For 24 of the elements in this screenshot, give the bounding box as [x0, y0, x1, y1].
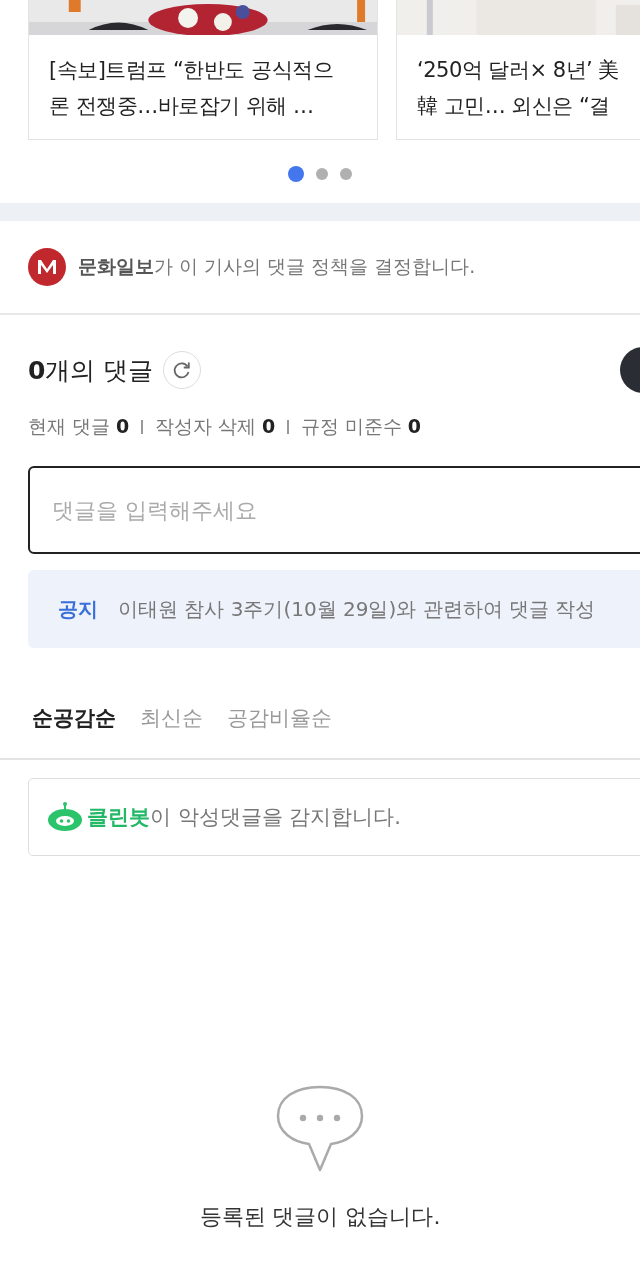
comment-stat: 작성자 삭제 0	[154, 414, 276, 439]
article-title: [속보]트럼프 “한반도 공식적으 론 전쟁중…바로잡기 위해 …	[48, 57, 335, 120]
comment-stat: 현재 댓글 0	[28, 414, 130, 439]
comment-count-title: 0개의 댓글	[28, 354, 154, 387]
article-card[interactable]: ‘250억 달러× 8년’ 美 韓 고민… 외신은 “결	[396, 0, 640, 140]
publisher-logo-icon	[28, 248, 66, 286]
empty-message: 등록된 댓글이 없습니다.	[199, 1203, 441, 1231]
notice-tag: 공지	[58, 595, 98, 623]
comment-input-field[interactable]: 댓글을 입력해주세요	[28, 466, 640, 554]
article-title: ‘250억 달러× 8년’ 美 韓 고민… 외신은 “결	[416, 57, 620, 120]
comment-policy-text: 문화일보가 이 기사의 댓글 정책을 결정합니다.	[78, 254, 476, 279]
notice-banner[interactable]: 공지 이태원 참사 3주기(10월 29일)와 관련하여 댓글 작성	[28, 570, 640, 648]
notice-text: 이태원 참사 3주기(10월 29일)와 관련하여 댓글 작성	[118, 595, 596, 623]
robot-icon	[47, 801, 83, 833]
speech-bubble-icon	[275, 1084, 365, 1174]
article-card[interactable]: [속보]트럼프 “한반도 공식적으 론 전쟁중…바로잡기 위해 …	[28, 0, 378, 140]
carousel-dot[interactable]	[340, 168, 352, 180]
carousel-dot[interactable]	[316, 168, 328, 180]
refresh-button[interactable]	[163, 351, 202, 389]
refresh-icon	[172, 360, 193, 380]
carousel-dot[interactable]	[288, 166, 304, 182]
cleanbot-text: 클린봇이 악성댓글을 감지합니다.	[87, 804, 402, 831]
sort-tab[interactable]: 순공감순	[32, 704, 116, 732]
comment-stat: 규정 미준수 0	[300, 414, 421, 439]
